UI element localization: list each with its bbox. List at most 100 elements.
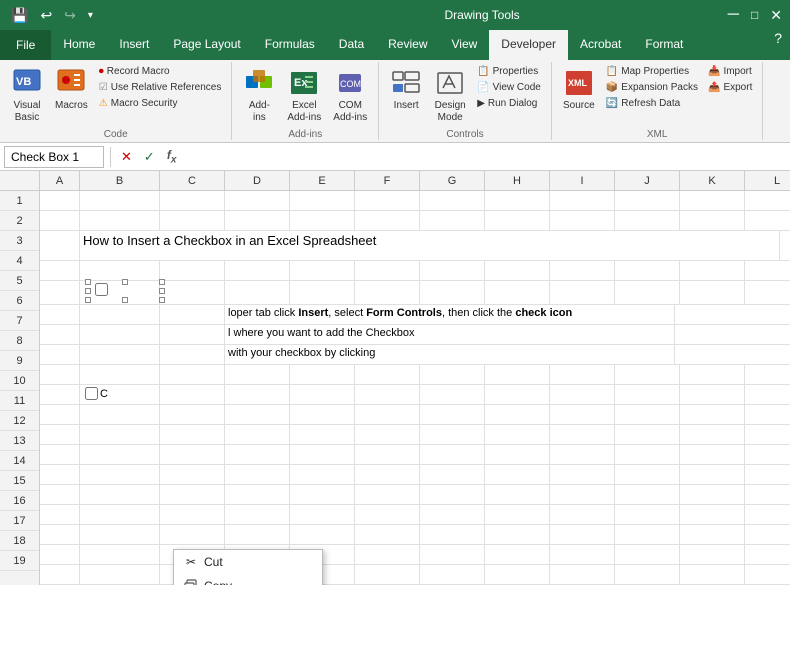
cell-b10[interactable]: C xyxy=(80,385,160,405)
cell-f15[interactable] xyxy=(355,485,420,505)
cell-e1[interactable] xyxy=(290,191,355,211)
ctx-cut[interactable]: ✂ Cut xyxy=(174,550,322,574)
cell-f2[interactable] xyxy=(355,211,420,231)
map-properties-button[interactable]: 📋 Map Properties xyxy=(602,64,702,79)
row-num-17[interactable]: 17 xyxy=(0,511,39,531)
col-header-b[interactable]: B xyxy=(80,171,160,190)
tab-formulas[interactable]: Formulas xyxy=(253,30,327,60)
row-num-9[interactable]: 9 xyxy=(0,351,39,371)
cell-i2[interactable] xyxy=(550,211,615,231)
cell-c10[interactable] xyxy=(160,385,225,405)
cell-g19[interactable] xyxy=(420,565,485,585)
cell-e17[interactable] xyxy=(290,525,355,545)
cell-i14[interactable] xyxy=(550,465,615,485)
cell-b11[interactable] xyxy=(80,405,160,425)
cell-i18[interactable] xyxy=(550,545,615,565)
cell-d1[interactable] xyxy=(225,191,290,211)
handle-mr[interactable] xyxy=(159,288,165,294)
col-header-c[interactable]: C xyxy=(160,171,225,190)
cell-e10[interactable] xyxy=(290,385,355,405)
cell-e2[interactable] xyxy=(290,211,355,231)
cell-j16[interactable] xyxy=(615,505,680,525)
macros-button[interactable]: Macros xyxy=(50,64,93,115)
cell-i10[interactable] xyxy=(550,385,615,405)
row-num-18[interactable]: 18 xyxy=(0,531,39,551)
cell-l18[interactable] xyxy=(745,545,790,565)
cell-b3-title[interactable]: How to Insert a Checkbox in an Excel Spr… xyxy=(80,231,780,260)
window-close[interactable]: ✕ xyxy=(770,7,782,24)
customize-qa-button[interactable]: ▾ xyxy=(85,8,96,23)
use-relative-references-button[interactable]: ☑ Use Relative References xyxy=(95,80,226,95)
cell-i9[interactable] xyxy=(550,365,615,385)
macro-security-button[interactable]: ⚠ Macro Security xyxy=(95,96,226,111)
cell-j2[interactable] xyxy=(615,211,680,231)
cell-d17[interactable] xyxy=(225,525,290,545)
cell-f11[interactable] xyxy=(355,405,420,425)
cell-a12[interactable] xyxy=(40,425,80,445)
cell-h11[interactable] xyxy=(485,405,550,425)
cell-j18[interactable] xyxy=(615,545,680,565)
cell-i16[interactable] xyxy=(550,505,615,525)
cell-b16[interactable] xyxy=(80,505,160,525)
cell-d10[interactable] xyxy=(225,385,290,405)
cell-b14[interactable] xyxy=(80,465,160,485)
cell-l10[interactable] xyxy=(745,385,790,405)
cell-j19[interactable] xyxy=(615,565,680,585)
cell-b9[interactable] xyxy=(80,365,160,385)
cell-f17[interactable] xyxy=(355,525,420,545)
cell-k17[interactable] xyxy=(680,525,745,545)
cell-k14[interactable] xyxy=(680,465,745,485)
cell-d4[interactable] xyxy=(225,261,290,281)
cell-i13[interactable] xyxy=(550,445,615,465)
cell-a14[interactable] xyxy=(40,465,80,485)
source-button[interactable]: XML Source xyxy=(558,64,600,115)
formula-input[interactable] xyxy=(184,150,786,164)
tab-review[interactable]: Review xyxy=(376,30,439,60)
cell-h17[interactable] xyxy=(485,525,550,545)
excel-add-ins-button[interactable]: Ex ExcelAdd-ins xyxy=(282,64,326,127)
col-header-d[interactable]: D xyxy=(225,171,290,190)
cell-c9[interactable] xyxy=(160,365,225,385)
cell-i4[interactable] xyxy=(550,261,615,281)
handle-tm[interactable] xyxy=(122,279,128,285)
col-header-i[interactable]: I xyxy=(550,171,615,190)
cell-k5[interactable] xyxy=(680,281,745,304)
col-header-g[interactable]: G xyxy=(420,171,485,190)
cell-f19[interactable] xyxy=(355,565,420,585)
cell-g18[interactable] xyxy=(420,545,485,565)
cell-b15[interactable] xyxy=(80,485,160,505)
cell-g13[interactable] xyxy=(420,445,485,465)
handle-tr[interactable] xyxy=(159,279,165,285)
tab-data[interactable]: Data xyxy=(327,30,376,60)
cell-k4[interactable] xyxy=(680,261,745,281)
cell-f5[interactable] xyxy=(355,281,420,304)
cell-a18[interactable] xyxy=(40,545,80,565)
cell-f4[interactable] xyxy=(355,261,420,281)
ribbon-help-icon[interactable]: ? xyxy=(774,30,782,60)
cell-j10[interactable] xyxy=(615,385,680,405)
cell-j1[interactable] xyxy=(615,191,680,211)
cell-d14[interactable] xyxy=(225,465,290,485)
cell-a15[interactable] xyxy=(40,485,80,505)
cell-a1[interactable] xyxy=(40,191,80,211)
name-box[interactable]: Check Box 1 xyxy=(4,146,104,168)
cell-d5[interactable] xyxy=(225,281,290,304)
cell-b8[interactable] xyxy=(80,345,160,365)
row-num-4[interactable]: 4 xyxy=(0,251,39,271)
cell-b13[interactable] xyxy=(80,445,160,465)
cell-g14[interactable] xyxy=(420,465,485,485)
cell-j12[interactable] xyxy=(615,425,680,445)
cell-g16[interactable] xyxy=(420,505,485,525)
cell-i5[interactable] xyxy=(550,281,615,304)
tab-file[interactable]: File xyxy=(0,30,51,60)
cell-g5[interactable] xyxy=(420,281,485,304)
cell-d2[interactable] xyxy=(225,211,290,231)
cell-d6-content[interactable]: loper tab click Insert, select Form Cont… xyxy=(225,305,675,325)
undo-button[interactable]: ↩ xyxy=(37,5,55,26)
window-maximize[interactable]: □ xyxy=(751,8,758,22)
cell-a2[interactable] xyxy=(40,211,80,231)
cell-l9[interactable] xyxy=(745,365,790,385)
cell-c7[interactable] xyxy=(160,325,225,345)
col-header-j[interactable]: J xyxy=(615,171,680,190)
checkbox-control-selected[interactable] xyxy=(85,279,165,303)
